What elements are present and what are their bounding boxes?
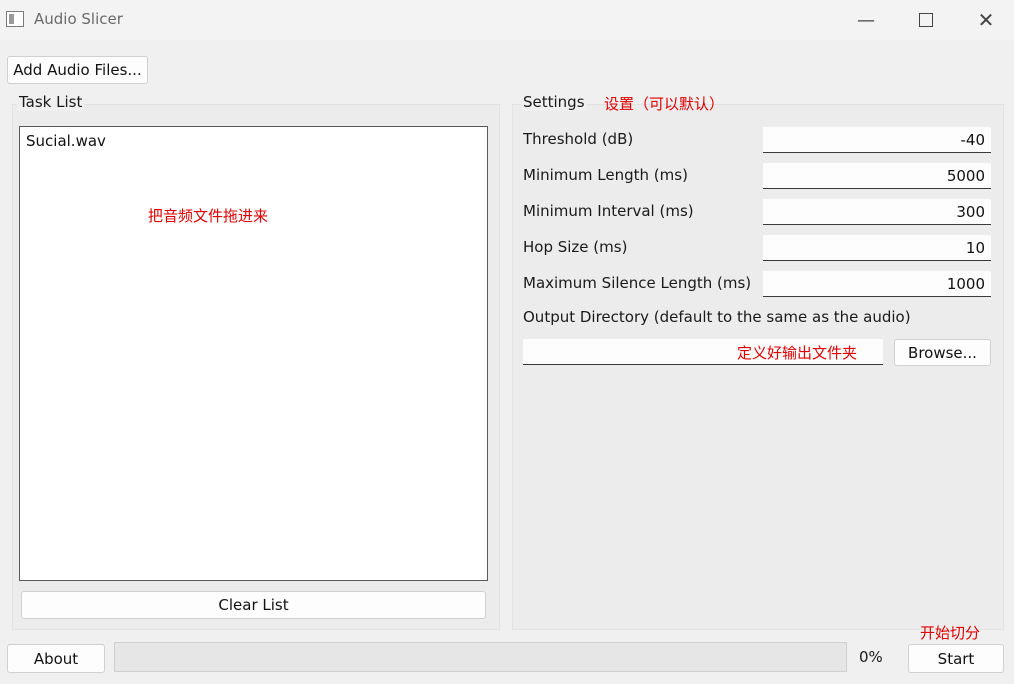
maximize-icon[interactable] xyxy=(903,4,949,36)
task-list[interactable]: Sucial.wav xyxy=(19,126,488,581)
start-button[interactable]: Start xyxy=(908,644,1004,673)
app-window-icon xyxy=(6,11,24,27)
list-item[interactable]: Sucial.wav xyxy=(26,132,106,150)
browse-button[interactable]: Browse... xyxy=(894,339,991,366)
max-silence-input[interactable]: 1000 xyxy=(763,271,991,297)
clear-list-button[interactable]: Clear List xyxy=(21,591,486,619)
max-silence-label: Maximum Silence Length (ms) xyxy=(523,274,752,292)
hop-size-input[interactable]: 10 xyxy=(763,235,991,261)
threshold-label: Threshold (dB) xyxy=(523,130,634,148)
about-button[interactable]: About xyxy=(7,644,105,673)
threshold-input[interactable]: -40 xyxy=(763,127,991,153)
start-annotation: 开始切分 xyxy=(920,624,981,642)
minimize-icon[interactable]: — xyxy=(843,4,889,36)
min-length-input[interactable]: 5000 xyxy=(763,163,991,189)
settings-annotation: 设置（可以默认） xyxy=(604,95,725,113)
drop-hint-annotation: 把音频文件拖进来 xyxy=(148,207,269,225)
task-list-label: Task List xyxy=(17,93,85,111)
add-audio-files-button[interactable]: Add Audio Files... xyxy=(7,56,148,84)
output-directory-label: Output Directory (default to the same as… xyxy=(523,308,911,326)
min-interval-input[interactable]: 300 xyxy=(763,199,991,225)
min-interval-label: Minimum Interval (ms) xyxy=(523,202,694,220)
output-directory-annotation: 定义好输出文件夹 xyxy=(737,344,858,362)
settings-label: Settings xyxy=(521,93,587,111)
window-title: Audio Slicer xyxy=(34,10,123,28)
progress-text: 0% xyxy=(859,648,883,666)
min-length-label: Minimum Length (ms) xyxy=(523,166,688,184)
progress-bar xyxy=(114,642,847,672)
close-icon[interactable]: ✕ xyxy=(963,4,1009,36)
hop-size-label: Hop Size (ms) xyxy=(523,238,628,256)
